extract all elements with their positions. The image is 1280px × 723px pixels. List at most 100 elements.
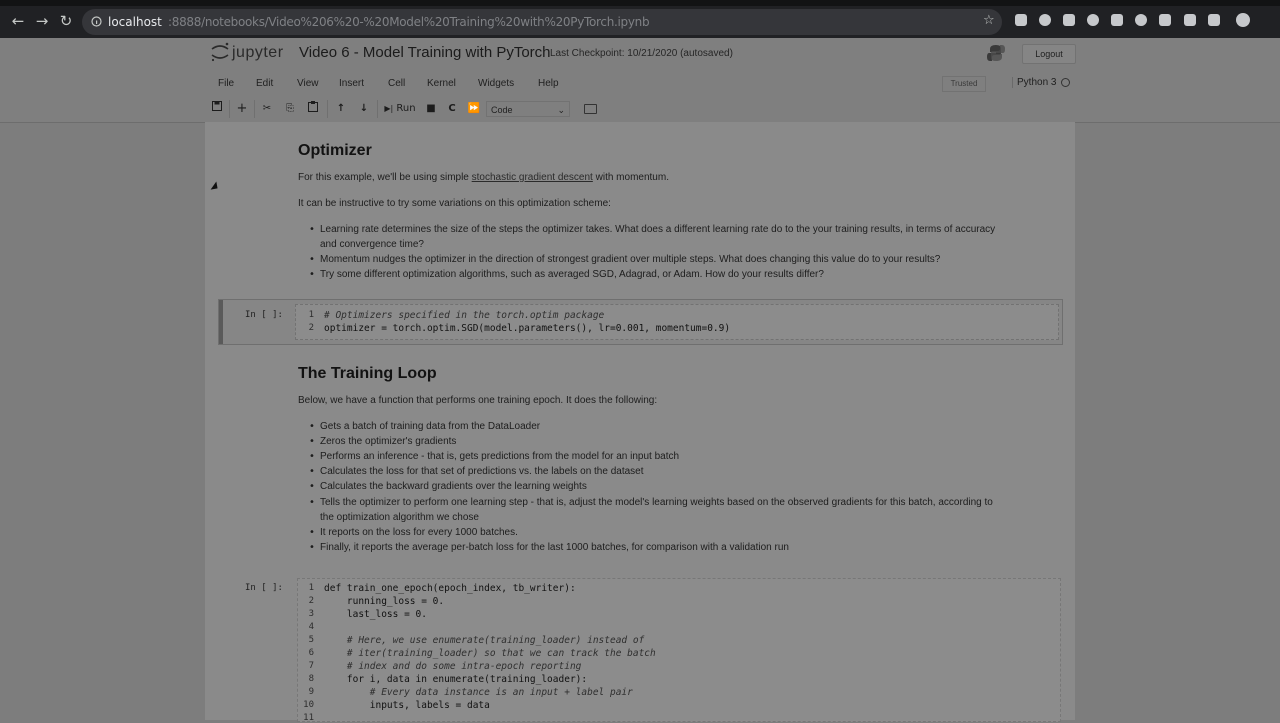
jupyter-logo-text[interactable]: jupyter bbox=[232, 44, 284, 62]
list-item: It reports on the loss for every 1000 ba… bbox=[309, 527, 518, 538]
code-cell-optimizer[interactable] bbox=[218, 299, 1063, 345]
url-path: :8888/notebooks/Video%206%20-%20Model%20… bbox=[168, 15, 650, 29]
list-item: Calculates the backward gradients over t… bbox=[309, 481, 587, 492]
tab-strip bbox=[0, 0, 1280, 6]
code-line: # iter(training_loader) so that we can t… bbox=[324, 648, 656, 659]
extension-icon[interactable] bbox=[1159, 14, 1171, 26]
profile-icon[interactable] bbox=[1236, 13, 1250, 27]
info-icon[interactable] bbox=[91, 16, 102, 27]
toolbar-divider bbox=[254, 100, 255, 118]
line-number: 3 bbox=[308, 609, 314, 619]
run-label: Run bbox=[396, 103, 416, 114]
optimizer-intro-text-end: with momentum. bbox=[592, 172, 669, 183]
move-down-button[interactable]: ↓ bbox=[357, 101, 371, 117]
list-item: Performs an inference - that is, gets pr… bbox=[309, 451, 679, 462]
keyboard-icon[interactable] bbox=[584, 104, 597, 114]
list-item: Gets a batch of training data from the D… bbox=[309, 421, 540, 432]
training-loop-intro: Below, we have a function that performs … bbox=[298, 395, 658, 406]
forward-button[interactable]: → bbox=[33, 12, 51, 30]
code-line: last_loss = 0. bbox=[324, 609, 427, 620]
run-button[interactable]: ▶| Run bbox=[383, 101, 417, 117]
extension-icon[interactable] bbox=[1184, 14, 1196, 26]
line-number: 2 bbox=[308, 323, 314, 333]
cell-prompt: In [ ]: bbox=[245, 310, 283, 320]
menu-widgets[interactable]: Widgets bbox=[478, 78, 514, 89]
cut-button[interactable]: ✂ bbox=[260, 101, 274, 117]
menu-view[interactable]: View bbox=[297, 78, 319, 89]
notebook-title[interactable]: Video 6 - Model Training with PyTorch bbox=[299, 44, 551, 61]
save-icon[interactable] bbox=[210, 101, 224, 117]
code-line: # Optimizers specified in the torch.opti… bbox=[324, 310, 605, 321]
paste-icon bbox=[308, 101, 318, 112]
line-number: 6 bbox=[308, 648, 314, 658]
add-cell-button[interactable]: + bbox=[235, 101, 249, 117]
selected-cell-indicator bbox=[219, 300, 223, 344]
list-item: Zeros the optimizer's gradients bbox=[309, 436, 456, 447]
restart-button[interactable]: C bbox=[445, 101, 459, 117]
line-number: 7 bbox=[308, 661, 314, 671]
code-line: # Here, we use enumerate(training_loader… bbox=[324, 635, 645, 646]
optimizer-intro: For this example, we'll be using simple … bbox=[298, 172, 669, 183]
code-line: running_loss = 0. bbox=[324, 596, 445, 607]
toolbar-divider bbox=[327, 100, 328, 118]
line-number: 9 bbox=[308, 687, 314, 697]
code-line: for i, data in enumerate(training_loader… bbox=[324, 674, 588, 685]
back-button[interactable]: ← bbox=[9, 12, 27, 30]
heading-training-loop: The Training Loop bbox=[298, 365, 437, 382]
line-number: 1 bbox=[308, 583, 314, 593]
code-line: optimizer = torch.optim.SGD(model.parame… bbox=[324, 323, 731, 334]
heading-optimizer: Optimizer bbox=[298, 142, 372, 159]
reload-button[interactable]: ↻ bbox=[57, 12, 75, 30]
menu-kernel[interactable]: Kernel bbox=[427, 78, 456, 89]
copy-button[interactable]: ⎘ bbox=[283, 101, 297, 117]
toolbar-divider bbox=[229, 100, 230, 118]
trusted-badge[interactable]: Trusted bbox=[942, 76, 986, 92]
menu-edit[interactable]: Edit bbox=[256, 78, 273, 89]
cell-prompt: In [ ]: bbox=[245, 583, 283, 593]
kernel-name[interactable]: Python 3 bbox=[1012, 77, 1056, 88]
list-item: Tells the optimizer to perform one learn… bbox=[309, 497, 993, 508]
line-number: 4 bbox=[308, 622, 314, 632]
jupyter-logo-icon bbox=[211, 42, 229, 62]
save-icon bbox=[212, 101, 222, 111]
paste-button[interactable] bbox=[306, 101, 320, 117]
menu-file[interactable]: File bbox=[218, 78, 234, 89]
browser-toolbar: ← → ↻ localhost :8888/notebooks/Video%20… bbox=[0, 0, 1280, 38]
python-logo-icon bbox=[987, 45, 1005, 61]
line-number: 11 bbox=[303, 713, 314, 723]
extension-icon[interactable] bbox=[1063, 14, 1075, 26]
puzzle-icon[interactable] bbox=[1208, 14, 1220, 26]
chevron-down-icon: ⌄ bbox=[557, 105, 565, 115]
line-number: 2 bbox=[308, 596, 314, 606]
run-icon: ▶| bbox=[384, 104, 394, 113]
line-number: 8 bbox=[308, 674, 314, 684]
code-line: # index and do some intra-epoch reportin… bbox=[324, 661, 582, 672]
interrupt-button[interactable]: ■ bbox=[424, 101, 438, 117]
logout-button[interactable]: Logout bbox=[1022, 44, 1076, 64]
menu-help[interactable]: Help bbox=[538, 78, 559, 89]
list-item: Momentum nudges the optimizer in the dir… bbox=[309, 254, 940, 265]
list-item: Learning rate determines the size of the… bbox=[309, 224, 995, 235]
menu-insert[interactable]: Insert bbox=[339, 78, 364, 89]
code-line: def train_one_epoch(epoch_index, tb_writ… bbox=[324, 583, 576, 594]
line-number: 10 bbox=[303, 700, 314, 710]
code-line: inputs, labels = data bbox=[324, 700, 490, 711]
star-icon[interactable]: ☆ bbox=[983, 13, 995, 28]
list-item: Finally, it reports the average per-batc… bbox=[309, 542, 789, 553]
sgd-link[interactable]: stochastic gradient descent bbox=[472, 172, 593, 183]
extension-icon[interactable] bbox=[1039, 14, 1051, 26]
optimizer-intro-text: For this example, we'll be using simple bbox=[298, 172, 472, 183]
extension-icon[interactable] bbox=[1087, 14, 1099, 26]
extension-icon[interactable] bbox=[1135, 14, 1147, 26]
restart-run-all-button[interactable]: ⏩ bbox=[466, 101, 482, 117]
list-item: Calculates the loss for that set of pred… bbox=[309, 466, 643, 477]
move-up-button[interactable]: ↑ bbox=[334, 101, 348, 117]
extension-icon[interactable] bbox=[1015, 14, 1027, 26]
optimizer-variations-text: It can be instructive to try some variat… bbox=[298, 198, 611, 209]
line-number: 5 bbox=[308, 635, 314, 645]
list-item: Try some different optimization algorith… bbox=[309, 269, 824, 280]
list-item-continuation: the optimization algorithm we chose bbox=[320, 512, 479, 523]
extension-icon[interactable] bbox=[1111, 14, 1123, 26]
cell-type-select[interactable]: Code ⌄ bbox=[486, 101, 570, 117]
menu-cell[interactable]: Cell bbox=[388, 78, 405, 89]
